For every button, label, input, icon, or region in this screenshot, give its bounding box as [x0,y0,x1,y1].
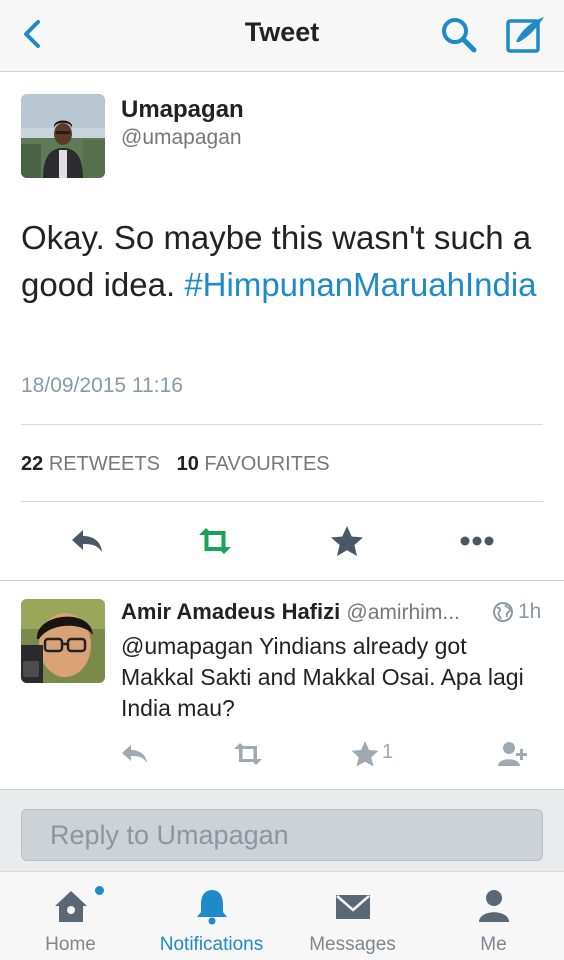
tweet-stats: 22 RETWEETS 10 FAVOURITES [21,453,330,476]
globe-icon [493,602,513,622]
reply-favourite-count: 1 [382,741,394,763]
tab-home-label: Home [45,934,96,955]
profile-photo [21,599,105,683]
hashtag-link[interactable]: #HimpunanMaruahIndia [184,266,536,303]
reply-input[interactable] [21,809,543,861]
favourite-star-icon[interactable] [328,523,366,559]
tab-me[interactable]: Me [423,872,564,960]
tweet-actions [0,519,564,563]
reply-tweet[interactable]: Amir Amadeus Hafizi @amirhim... 1h @umap… [0,581,564,789]
reply-text: @umapagan Yindians already got Makkal Sa… [121,633,524,721]
envelope-icon [335,895,370,919]
tweet-detail: Umapagan @umapagan Okay. So maybe this w… [0,72,564,580]
retweets-label: RETWEETS [48,453,160,475]
new-content-dot [95,886,104,895]
favourite-count: 10 [176,453,199,475]
favourites-stat[interactable]: 10 FAVOURITES [177,453,330,475]
reply-author-handle: @amirhim... [346,601,460,624]
tweet-text: Okay. So maybe this wasn't such a good i… [21,214,546,308]
search-icon[interactable] [438,14,480,56]
tab-notifications[interactable]: Notifications [141,872,282,960]
reply-icon[interactable] [119,739,151,769]
tab-messages-label: Messages [309,934,396,955]
tab-home[interactable]: Home [0,872,141,960]
avatar[interactable] [21,599,105,683]
retweet-icon[interactable] [196,523,234,559]
follow-user-icon[interactable] [496,739,528,769]
retweet-count: 22 [21,453,44,475]
home-icon [54,891,87,922]
person-icon [478,890,509,922]
compose-tweet-icon[interactable] [502,12,548,58]
tweet-timestamp: 18/09/2015 11:16 [21,374,183,397]
navigation-bar: Tweet [0,0,564,72]
avatar[interactable] [21,94,105,178]
reply-compose-bar [0,789,564,871]
author-name[interactable]: Umapagan [121,96,244,124]
more-options-icon[interactable] [458,523,496,559]
reply-time: 1h [518,600,542,623]
tab-bar: Home Notifications Messages Me [0,871,564,960]
profile-photo [21,94,105,178]
reply-author-name: Amir Amadeus Hafizi [121,599,341,624]
tab-messages[interactable]: Messages [282,872,423,960]
author-handle[interactable]: @umapagan [121,126,242,150]
favourites-label: FAVOURITES [204,453,330,475]
bell-icon [196,890,227,925]
reply-author[interactable]: Amir Amadeus Hafizi @amirhim... [121,599,460,625]
retweets-stat[interactable]: 22 RETWEETS [21,453,160,475]
divider [21,424,543,425]
favourite-star-icon[interactable] [349,739,381,769]
tab-notifications-label: Notifications [159,934,264,955]
tab-me-label: Me [480,934,507,955]
reply-icon[interactable] [68,523,106,559]
retweet-icon[interactable] [232,739,264,769]
divider [21,501,543,502]
